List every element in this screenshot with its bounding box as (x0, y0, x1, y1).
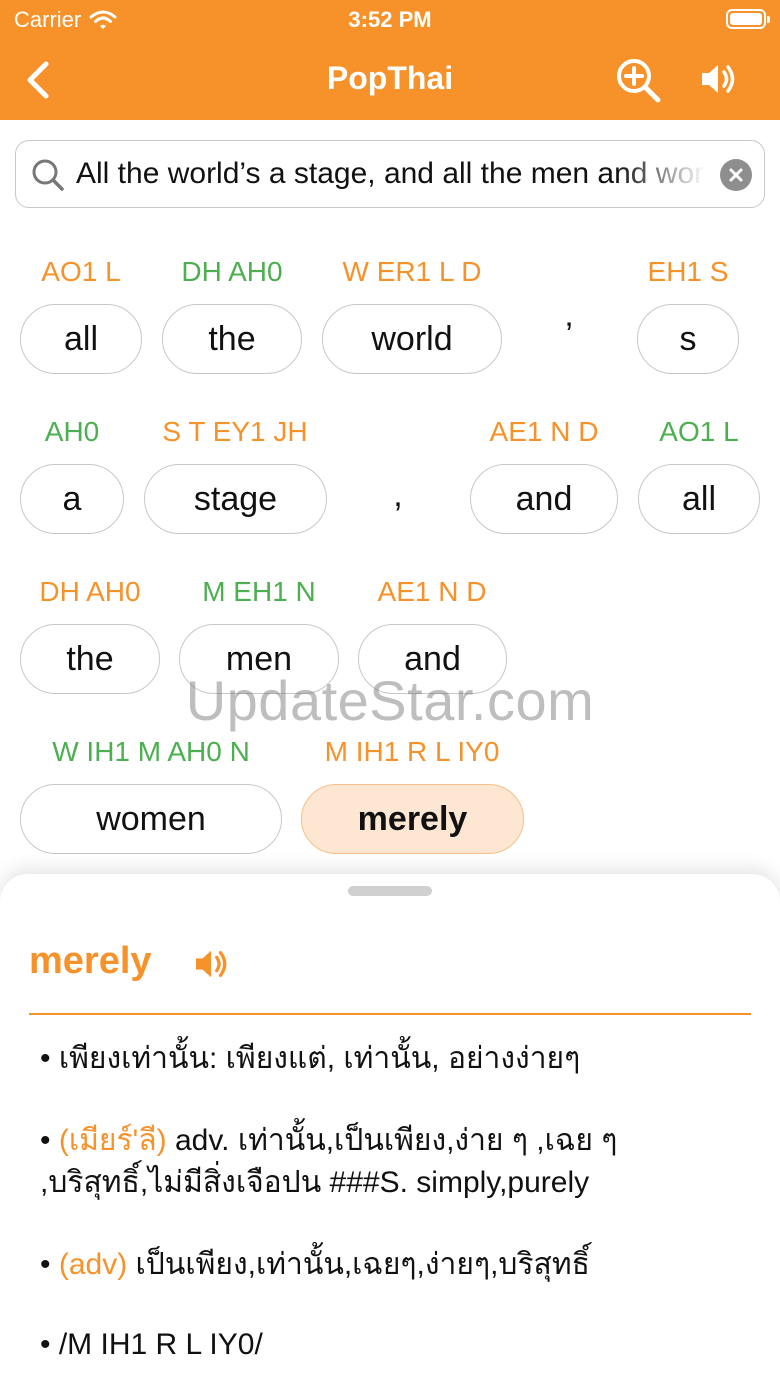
definition-sheet: merely • เพียงเท่านั้น: เพียงแต่, เท่านั… (0, 874, 780, 1387)
status-time: 3:52 PM (348, 7, 432, 32)
punctuation-token: , (393, 476, 403, 514)
clear-search-button[interactable] (720, 159, 752, 191)
sheet-grabber[interactable] (348, 886, 432, 896)
speak-sentence-button[interactable] (696, 56, 742, 102)
divider (29, 1013, 751, 1015)
search-input[interactable]: All the world’s a stage, and all the men… (76, 141, 706, 207)
phoneme-label: W ER1 L D (342, 256, 482, 287)
word-chip[interactable]: s (637, 304, 739, 374)
nav-bar: Carrier 3:52 PM PopThai (0, 0, 780, 120)
search-icon (32, 159, 64, 191)
speaker-icon (702, 65, 735, 93)
close-icon (729, 168, 743, 182)
phoneme-label: AO1 L (659, 416, 739, 447)
definition-entry: • เพียงเท่านั้น: เพียงแต่, เท่านั้น, อย่… (40, 1042, 581, 1075)
word-chip[interactable]: stage (144, 464, 327, 534)
word-chip[interactable]: the (162, 304, 302, 374)
entry-text: เพียงเท่านั้น: เพียงแต่, เท่านั้น, อย่าง… (58, 1042, 581, 1075)
word-chip[interactable]: and (470, 464, 618, 534)
punctuation-token: ’ (565, 316, 573, 354)
search-field[interactable]: All the world’s a stage, and all the men… (15, 140, 765, 208)
phoneme-label: M IH1 R L IY0 (324, 736, 500, 767)
zoom-in-icon (617, 59, 661, 103)
definition-entry: • (เมียร์'ลี) adv. เท่านั้น,เป็นเพียง,ง่… (40, 1124, 618, 1199)
word-chip[interactable]: all (20, 304, 142, 374)
word-chip[interactable]: a (20, 464, 124, 534)
speaker-icon (195, 950, 227, 978)
definition-headword: merely (29, 940, 152, 982)
zoom-in-button[interactable] (612, 54, 664, 106)
phoneme-label: AE1 N D (377, 576, 487, 607)
entry-text: /M IH1 R L IY0/ (58, 1328, 263, 1361)
battery-icon (726, 9, 770, 29)
word-chip[interactable]: world (322, 304, 502, 374)
word-chip[interactable]: all (638, 464, 760, 534)
watermark: UpdateStar.com (185, 669, 595, 732)
word-chip-selected[interactable]: merely (301, 784, 524, 854)
entry-pos-tag: (adv) (58, 1248, 128, 1281)
definition-entry: • (adv) เป็นเพียง,เท่านั้น,เฉยๆ,ง่ายๆ,บร… (40, 1248, 590, 1281)
speak-word-button[interactable] (192, 944, 232, 984)
phoneme-label: W IH1 M AH0 N (52, 736, 250, 767)
phoneme-label: EH1 S (647, 256, 729, 287)
definition-entry: • /M IH1 R L IY0/ (40, 1328, 263, 1361)
word-chip[interactable]: women (20, 784, 282, 854)
entry-text: เป็นเพียง,เท่านั้น,เฉยๆ,ง่ายๆ,บริสุทธิ์ (135, 1248, 590, 1281)
phoneme-label: S T EY1 JH (162, 416, 308, 447)
entry-pronunciation-tag: (เมียร์'ลี) (58, 1124, 167, 1157)
